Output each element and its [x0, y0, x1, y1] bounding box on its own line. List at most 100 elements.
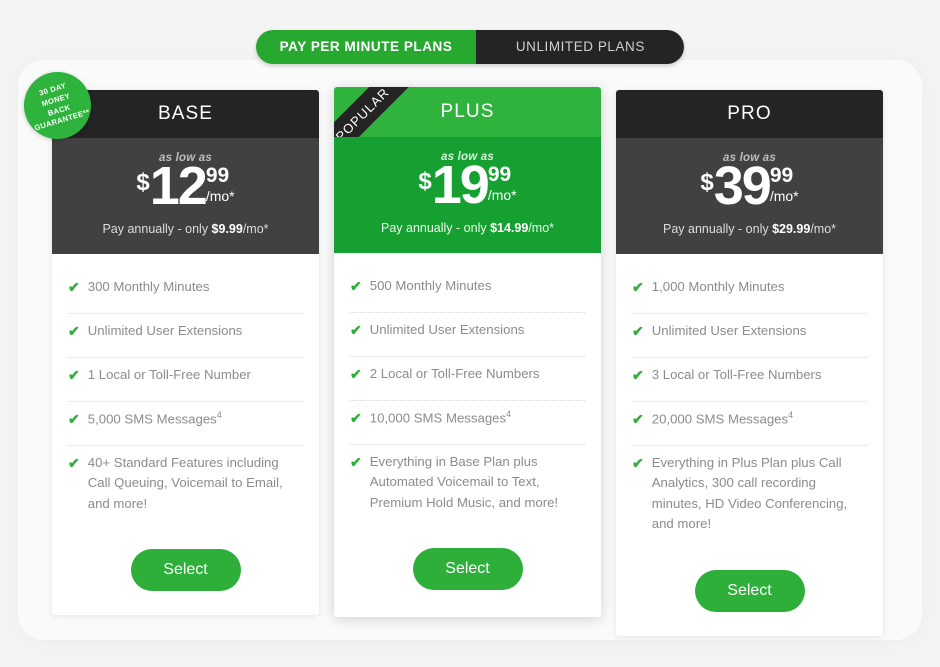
check-icon: ✔	[350, 366, 362, 382]
tab-unlimited-plans[interactable]: UNLIMITED PLANS	[476, 30, 685, 64]
feature-label: 5,000 SMS Messages4	[87, 410, 222, 427]
badge-text: 30 DAY MONEY BACK GUARANTEE**	[24, 77, 91, 135]
feature-item: ✔ 300 Monthly Minutes	[68, 270, 303, 314]
feature-label: 3 Local or Toll-Free Numbers	[651, 367, 822, 382]
feature-label: Everything in Plus Plan plus Call Analyt…	[651, 455, 848, 532]
feature-list: ✔ 300 Monthly Minutes ✔ Unlimited User Exte…	[52, 254, 319, 523]
select-button[interactable]: Select	[130, 549, 241, 592]
price-row: $39 99/mo*	[626, 156, 873, 216]
check-icon: ✔	[350, 278, 362, 294]
price-period: /mo*	[769, 188, 799, 204]
card-header: PRO	[616, 90, 883, 138]
price-panel: as low as $19 99/mo* Pay annually - only $1…	[334, 137, 601, 253]
currency-symbol: $	[136, 169, 150, 196]
price-panel: as low as $12 99/mo* Pay annually - only $9…	[52, 138, 319, 254]
price-period: /mo*	[487, 187, 517, 203]
select-button-container: Select	[52, 523, 319, 615]
footnote-marker: 4	[216, 410, 222, 420]
plan-title: PLUS	[440, 101, 495, 122]
popular-ribbon-label: POPULAR	[334, 87, 392, 137]
plan-type-toggle: PAY PER MINUTE PLANS UNLIMITED PLANS	[255, 30, 685, 64]
pricing-card-pro: PRO as low as $39 99/mo* Pay annually - only…	[616, 90, 883, 636]
feature-item: ✔ 20,000 SMS Messages4	[632, 402, 867, 446]
check-icon: ✔	[632, 323, 644, 339]
feature-label: 2 Local or Toll-Free Numbers	[369, 366, 540, 381]
annual-price-value: $29.99	[772, 222, 811, 236]
annual-suffix: /mo*	[528, 221, 555, 235]
feature-label: 1 Local or Toll-Free Number	[87, 367, 251, 382]
tab-pay-per-minute-plans[interactable]: PAY PER MINUTE PLANS	[255, 30, 477, 64]
check-icon: ✔	[68, 323, 80, 339]
feature-label: Everything in Base Plan plus Automated V…	[369, 454, 559, 510]
feature-item: ✔ 3 Local or Toll-Free Numbers	[632, 358, 867, 402]
feature-item: ✔ 500 Monthly Minutes	[350, 269, 585, 313]
feature-label: Unlimited User Extensions	[369, 322, 525, 337]
check-icon: ✔	[68, 411, 80, 427]
check-icon: ✔	[350, 410, 362, 426]
price-cents: 99	[769, 164, 794, 187]
price-cents: 99	[205, 164, 230, 187]
annual-price-note: Pay annually - only $14.99/mo*	[344, 221, 591, 235]
money-back-guarantee-badge: 30 DAY MONEY BACK GUARANTEE**	[24, 72, 91, 139]
feature-item: ✔ Everything in Base Plan plus Automated …	[350, 445, 585, 522]
pricing-card-base: BASE as low as $12 99/mo* Pay annually - onl…	[52, 90, 319, 616]
feature-label: 500 Monthly Minutes	[369, 278, 492, 293]
check-icon: ✔	[632, 367, 644, 383]
feature-label: 40+ Standard Features including Call Que…	[87, 455, 283, 511]
price-panel: as low as $39 99/mo* Pay annually - only $2…	[616, 138, 883, 254]
feature-label: 20,000 SMS Messages4	[651, 410, 794, 427]
feature-item: ✔ Unlimited User Extensions	[350, 313, 585, 357]
price-row: $12 99/mo*	[62, 156, 309, 216]
select-button[interactable]: Select	[694, 569, 805, 612]
feature-item: ✔ 40+ Standard Features including Call Qu…	[68, 446, 303, 523]
check-icon: ✔	[632, 455, 644, 471]
select-button-container: Select	[616, 544, 883, 636]
annual-price-note: Pay annually - only $29.99/mo*	[626, 222, 873, 236]
feature-item: ✔ Unlimited User Extensions	[68, 314, 303, 358]
annual-price-note: Pay annually - only $9.99/mo*	[62, 222, 309, 236]
check-icon: ✔	[350, 454, 362, 470]
annual-price-value: $14.99	[490, 221, 529, 235]
check-icon: ✔	[632, 279, 644, 295]
feature-list: ✔ 1,000 Monthly Minutes ✔ Unlimited User Ex…	[616, 254, 883, 544]
card-header: POPULAR PLUS	[334, 87, 601, 137]
feature-item: ✔ 2 Local or Toll-Free Numbers	[350, 357, 585, 401]
feature-label: Unlimited User Extensions	[651, 323, 807, 338]
price-row: $19 99/mo*	[344, 158, 591, 215]
annual-suffix: /mo*	[810, 222, 837, 236]
price-superscript-group: 99/mo*	[206, 165, 235, 203]
price-amount: 39	[713, 156, 772, 216]
price-cents: 99	[487, 163, 512, 186]
check-icon: ✔	[68, 367, 80, 383]
price-amount: 12	[149, 156, 208, 216]
pricing-card-plus: POPULAR PLUS as low as $19 99/mo* Pay annuall…	[334, 87, 601, 618]
feature-item: ✔ Unlimited User Extensions	[632, 314, 867, 358]
price-period: /mo*	[205, 188, 235, 204]
card-header: BASE	[52, 90, 319, 138]
check-icon: ✔	[350, 322, 362, 338]
feature-list: ✔ 500 Monthly Minutes ✔ Unlimited User Exte…	[334, 253, 601, 522]
pricing-cards: BASE as low as $12 99/mo* Pay annually - onl…	[52, 87, 888, 636]
annual-prefix: Pay annually - only	[380, 221, 491, 235]
annual-prefix: Pay annually - only	[102, 222, 212, 236]
select-button[interactable]: Select	[412, 548, 523, 591]
price-superscript-group: 99/mo*	[770, 165, 799, 203]
check-icon: ✔	[68, 279, 80, 295]
annual-prefix: Pay annually - only	[662, 222, 773, 236]
feature-item: ✔ 1 Local or Toll-Free Number	[68, 358, 303, 402]
currency-symbol: $	[418, 168, 432, 195]
popular-ribbon: POPULAR	[334, 87, 425, 137]
plan-title: BASE	[157, 103, 214, 124]
annual-suffix: /mo*	[242, 222, 269, 236]
footnote-marker: 4	[506, 409, 512, 419]
currency-symbol: $	[700, 169, 714, 196]
select-button-container: Select	[334, 522, 601, 614]
footnote-marker: 4	[788, 410, 794, 420]
price-superscript-group: 99/mo*	[488, 164, 517, 202]
check-icon: ✔	[632, 411, 644, 427]
check-icon: ✔	[68, 455, 80, 471]
feature-item: ✔ 5,000 SMS Messages4	[68, 402, 303, 446]
feature-item: ✔ 10,000 SMS Messages4	[350, 401, 585, 445]
plan-title: PRO	[727, 103, 772, 124]
feature-label: Unlimited User Extensions	[87, 323, 243, 338]
